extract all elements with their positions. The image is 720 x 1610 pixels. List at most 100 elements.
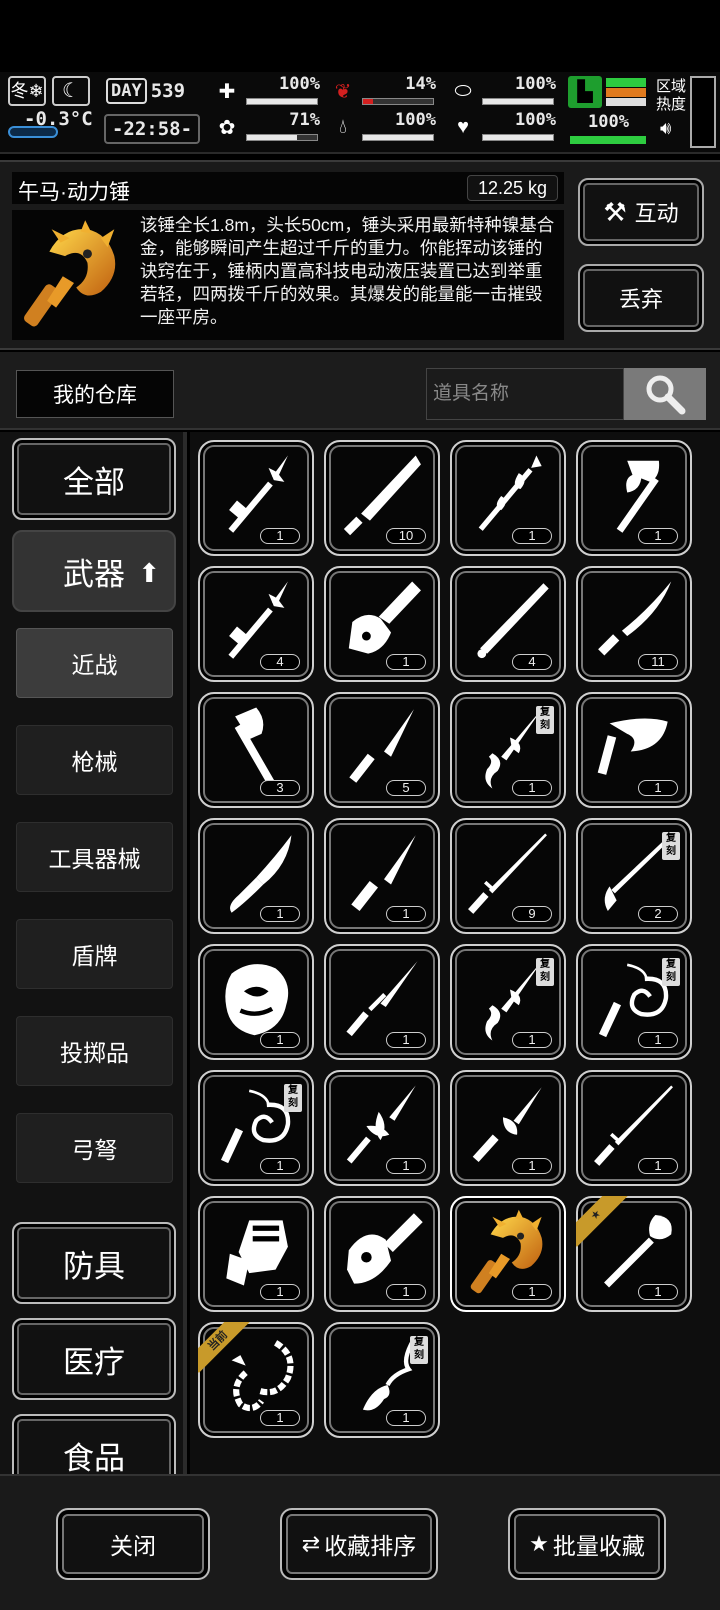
star-icon: ★ [576,1196,628,1247]
speaker-icon[interactable]: 🔊︎ [660,118,671,139]
sort-label: 收藏排序 [324,1533,417,1559]
inventory-slot[interactable]: 复刻 1 [198,1070,314,1186]
discard-button[interactable]: 丢弃 [578,264,704,332]
meter-value: 14% [405,74,436,94]
region-label-line1: 区域 [656,78,687,95]
pill-icon: ⬭ [454,79,472,102]
close-button[interactable]: 关闭 [56,1508,210,1580]
item-quantity: 1 [260,528,300,544]
item-quantity: 4 [512,654,552,670]
category-all[interactable]: 全部 [12,438,176,520]
category-food[interactable]: 食品 [12,1414,176,1474]
combat-knife-icon [351,835,416,912]
meter-value: 71% [289,110,320,130]
stamina-boot-icon: ▙ [568,76,602,108]
inventory-slot[interactable]: 3 [198,692,314,808]
baseball-bat-icon [477,583,549,659]
inventory-slot[interactable]: 4 [450,566,566,682]
inventory-slot[interactable]: 10 [324,440,440,556]
status-bar: 冬❄ ☾ -0.3°C DAY 539 -22:58- ✚ 100% ❦ 14% ⬭ 10… [0,72,720,154]
item-quantity: 1 [386,906,426,922]
water-drop-icon: 💧︎ [339,115,347,138]
category-armor[interactable]: 防具 [12,1222,176,1304]
sort-favorites-button[interactable]: ⇄ 收藏排序 [280,1508,438,1580]
inventory-slot[interactable]: 5 [324,692,440,808]
item-quantity: 1 [638,1158,678,1174]
category-sidebar: 全部 武器 ⬆ 近战枪械工具器械盾牌投掷品弓弩 防具 医疗 食品 [0,432,187,1474]
category-medical[interactable]: 医疗 [12,1318,176,1400]
meter-value: 100% [395,110,436,130]
inventory-slot[interactable]: 1 [324,818,440,934]
batch-favorite-button[interactable]: ★ 批量收藏 [508,1508,666,1580]
meter-bar [362,98,434,105]
inventory-slot[interactable]: 当前 1 [198,1322,314,1438]
item-search-input[interactable] [426,368,624,420]
katana-icon [594,1085,673,1166]
inventory-slot[interactable]: 4 [198,566,314,682]
search-button[interactable] [624,368,706,420]
inventory-slot[interactable]: 复刻 1 [576,944,692,1060]
item-quantity: 1 [638,1032,678,1048]
knife-icon [349,709,414,783]
category-weapons-label: 武器 [63,556,125,592]
interact-label: 互动 [634,201,679,226]
inventory-slot[interactable]: 复刻 1 [324,1322,440,1438]
spear-icon [228,455,288,533]
ribbon-label: 当前 [198,1322,250,1373]
inventory-slot[interactable]: 1 [576,1070,692,1186]
inventory-slot[interactable]: 1 [450,440,566,556]
item-quantity: 1 [512,780,552,796]
meter-value: 100% [515,74,556,94]
inventory-slot[interactable]: 1 [324,566,440,682]
winged-dagger-icon [472,1087,542,1163]
subcategory-item[interactable]: 枪械 [16,725,173,795]
curved-blade-icon [598,581,672,656]
warehouse-title: 我的仓库 [16,370,174,418]
inventory-slot[interactable]: 11 [576,566,692,682]
temperature-readout: -0.3°C [24,108,93,130]
favorite-star-icon: ★ [576,1196,628,1248]
dragon-chainsaw-icon [347,1213,423,1284]
subcategory-item[interactable]: 工具器械 [16,822,173,892]
replica-badge: 复刻 [662,958,680,986]
inventory-slot[interactable]: 1 [450,1196,566,1312]
inventory-slot[interactable]: 1 [324,944,440,1060]
inventory-slot[interactable]: 1 [198,944,314,1060]
inventory-slot[interactable]: 1 [198,818,314,934]
batch-label: 批量收藏 [552,1533,645,1559]
item-quantity: 5 [386,780,426,796]
day-label: DAY [106,78,147,104]
inventory-slot[interactable]: 9 [450,818,566,934]
stamina-value: 100% [588,112,629,132]
subcategory-item[interactable]: 盾牌 [16,919,173,989]
subcategory-item[interactable]: 弓弩 [16,1113,173,1183]
subcategory-item[interactable]: 近战 [16,628,173,698]
item-quantity: 1 [260,1158,300,1174]
inventory-slot[interactable]: ★ 1 [576,1196,692,1312]
swap-arrows-icon: ⇄ [301,1531,321,1556]
inventory-slot[interactable]: 1 [198,1196,314,1312]
inventory-slot[interactable]: 1 [324,1070,440,1186]
inventory-slot[interactable]: 复刻 2 [576,818,692,934]
sword-icon [346,961,418,1037]
region-heat-label: 区域 热度 [656,78,686,114]
item-quantity: 1 [638,528,678,544]
item-quantity: 1 [260,1032,300,1048]
subcategory-item[interactable]: 投掷品 [16,1016,173,1086]
category-weapons[interactable]: 武器 ⬆ [12,530,176,612]
katana-icon [468,833,547,914]
inventory-slot[interactable]: 1 [324,1196,440,1312]
inventory-slot[interactable]: 复刻 1 [450,944,566,1060]
power-hammer-icon [24,220,116,327]
inventory-slot[interactable]: 复刻 1 [450,692,566,808]
day-value: 539 [150,80,186,102]
inventory-slot[interactable]: 1 [576,692,692,808]
inventory-slot[interactable]: 1 [576,440,692,556]
chainsaw-icon [348,581,421,654]
interact-button[interactable]: ⚒ 互动 [578,178,704,246]
item-quantity: 1 [386,654,426,670]
inventory-slot[interactable]: 1 [198,440,314,556]
item-grid: 1 10 1 1 4 1 4 11 3 5 复刻 1 1 1 1 9 复刻 2 1 1 复刻 1 复刻 1 复刻 1 1 1 1 1 1 1… [190,432,720,1474]
inventory-slot[interactable]: 1 [450,1070,566,1186]
winged-spear-icon [346,1085,416,1164]
